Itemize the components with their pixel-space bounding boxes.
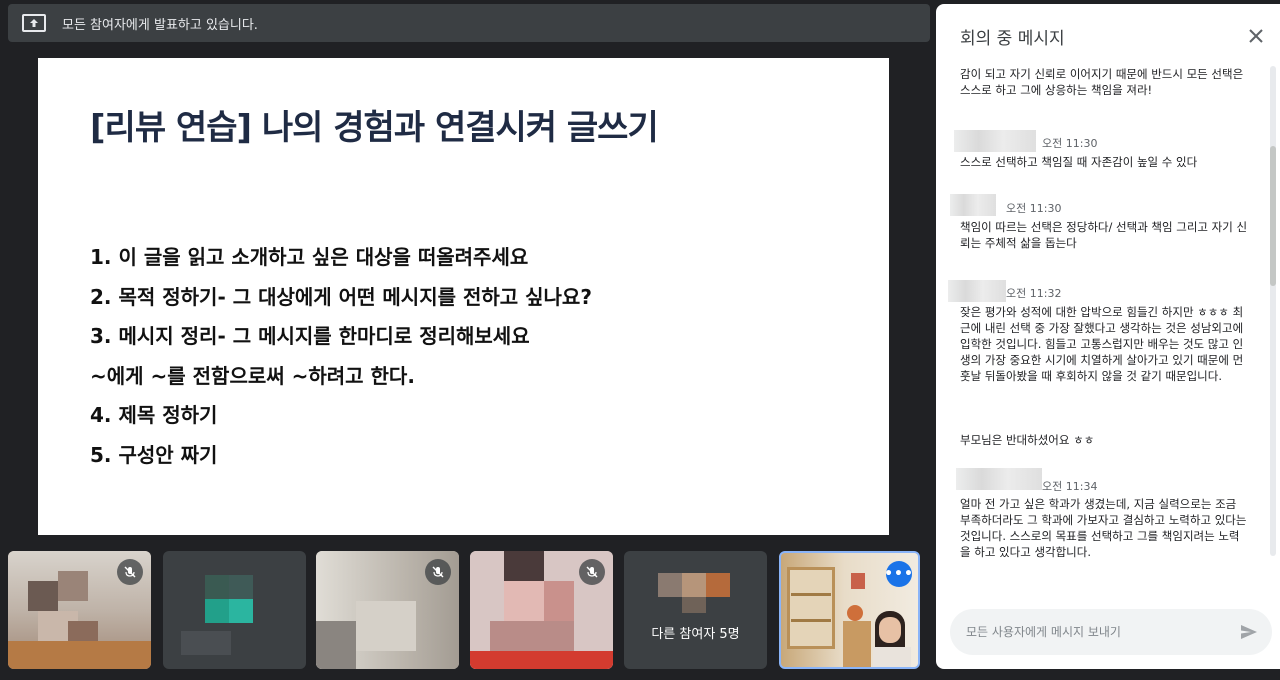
chat-input-box[interactable] (950, 609, 1272, 655)
mic-off-icon (117, 559, 143, 585)
more-options-icon[interactable]: ••• (884, 561, 913, 587)
message-time: 오전 11:34 (1042, 480, 1098, 493)
chat-message-text: 감이 되고 자기 신뢰로 이어지기 때문에 반드시 모든 선택은 스스로 하고 … (960, 67, 1244, 97)
chat-message-text: 스스로 선택하고 책임질 때 자존감이 높일 수 있다 (960, 155, 1198, 169)
sender-name-redacted (954, 130, 1036, 152)
scrollbar-thumb[interactable] (1270, 146, 1276, 286)
slide-line: 2. 목적 정하기- 그 대상에게 어떤 메시지를 전하고 싶나요? (90, 284, 592, 309)
presenting-banner: 모든 참여자에게 발표하고 있습니다. (8, 4, 930, 42)
message-time: 오전 11:30 (1042, 137, 1098, 150)
send-icon[interactable] (1238, 621, 1260, 643)
participant-tile[interactable] (316, 551, 459, 669)
slide-line: 4. 제목 정하기 (90, 403, 218, 428)
slide-line: ~에게 ~를 전함으로써 ~하려고 한다. (90, 363, 415, 388)
participant-tile[interactable] (163, 551, 306, 669)
message-time: 오전 11:32 (1006, 287, 1062, 300)
shared-slide: [리뷰 연습] 나의 경험과 연결시켜 글쓰기 1. 이 글을 읽고 소개하고 … (38, 58, 889, 535)
mic-off-icon (425, 559, 451, 585)
chat-message-text: 부모님은 반대하셨어요 ㅎㅎ (960, 433, 1095, 447)
sender-name-redacted (948, 280, 1006, 302)
sender-name-redacted (956, 468, 1042, 490)
slide-line: 5. 구성안 짜기 (90, 442, 218, 467)
chat-message-text: 책임이 따르는 선택은 정당하다/ 선택과 책임 그리고 자기 신뢰는 주체적 … (960, 220, 1248, 250)
chat-message-input[interactable] (966, 625, 1226, 639)
message-time: 오전 11:30 (1006, 202, 1062, 215)
chat-title: 회의 중 메시지 (960, 29, 1065, 49)
chat-panel: 회의 중 메시지 감이 되고 자기 신뢰로 이어지기 때문에 반드시 모든 선택… (936, 4, 1280, 669)
other-participants-label: 다른 참여자 5명 (651, 627, 740, 642)
chat-message-text: 잦은 평가와 성적에 대한 압박으로 힘들긴 하지만 ㅎㅎㅎ 최근에 내린 선택… (960, 305, 1244, 383)
slide-title: [리뷰 연습] 나의 경험과 연결시켜 글쓰기 (90, 108, 659, 148)
present-to-all-icon (22, 14, 46, 32)
slide-line: 1. 이 글을 읽고 소개하고 싶은 대상을 떠올려주세요 (90, 245, 529, 269)
close-icon[interactable] (1244, 24, 1268, 48)
chat-scrollbar[interactable] (1270, 66, 1276, 556)
sender-name-redacted (950, 194, 996, 216)
participant-tile[interactable] (470, 551, 613, 669)
chat-message-text: 얼마 전 가고 싶은 학과가 생겼는데, 지금 실력으로는 조금 부족하더라도 … (960, 497, 1247, 559)
slide-content: 1. 이 글을 읽고 소개하고 싶은 대상을 떠올려주세요 2. 목적 정하기-… (90, 238, 592, 476)
mic-off-icon (579, 559, 605, 585)
chat-messages[interactable]: 감이 되고 자기 신뢰로 이어지기 때문에 반드시 모든 선택은 스스로 하고 … (936, 60, 1280, 600)
slide-line: 3. 메시지 정리- 그 메시지를 한마디로 정리해보세요 (90, 324, 530, 349)
participant-tile[interactable] (8, 551, 151, 669)
other-participants-tile[interactable]: 다른 참여자 5명 (624, 551, 767, 669)
presenting-text: 모든 참여자에게 발표하고 있습니다. (62, 17, 258, 33)
self-view-tile[interactable]: ••• (779, 551, 920, 669)
